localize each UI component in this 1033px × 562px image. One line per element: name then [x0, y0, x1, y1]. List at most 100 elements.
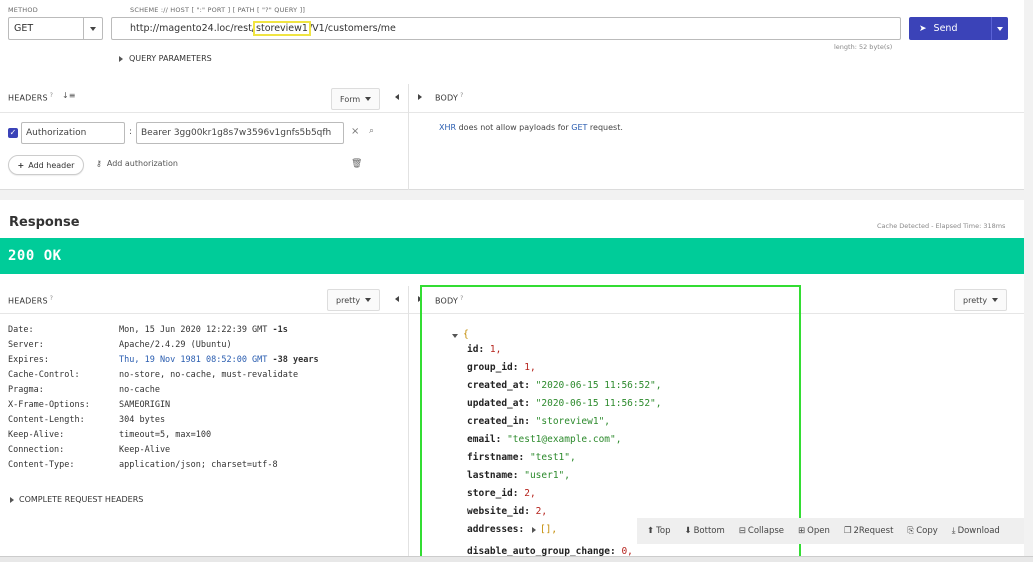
- cache-info: Cache Detected - Elapsed Time: 318ms: [877, 222, 1006, 230]
- query-parameters-toggle[interactable]: QUERY PARAMETERS: [119, 54, 212, 63]
- header-key: Date:: [8, 325, 34, 335]
- response-headers-rule: [0, 313, 408, 314]
- request-headers-heading: HEADERS?: [8, 92, 53, 103]
- chevron-right-icon: [119, 55, 123, 62]
- method-label: METHOD: [8, 6, 38, 14]
- header-value: SAMEORIGIN: [119, 400, 171, 410]
- xhr-link[interactable]: XHR: [439, 123, 456, 132]
- response-header-row: Connection: Keep-Alive: [8, 445, 170, 455]
- header-value: 304 bytes: [119, 415, 166, 425]
- request-divider: [408, 84, 409, 190]
- key-icon: ⚷: [96, 159, 102, 168]
- add-authorization-button[interactable]: ⚷ Add authorization: [96, 159, 178, 168]
- header-key: Content-Type:: [8, 460, 75, 470]
- copy-icon: ⎘: [907, 526, 915, 536]
- send-options-button[interactable]: [991, 17, 1008, 40]
- search-icon[interactable]: ⌕: [369, 126, 374, 136]
- response-header-row: Expires: Thu, 19 Nov 1981 08:52:00 GMT -3…: [8, 355, 319, 365]
- status-text: 200 OK: [8, 248, 62, 264]
- copy-label: Copy: [916, 526, 938, 536]
- body-toolbar: ⬆ Top ⬇ Bottom ⊟ Collapse ⊞ Open ❐ 2Request ⎘…: [637, 518, 1024, 544]
- pretty-label: pretty: [963, 295, 988, 305]
- trash-icon[interactable]: 🗑: [351, 159, 362, 169]
- url-prefix: http://magento24.loc/rest/: [130, 23, 256, 34]
- chevron-down-icon: [365, 97, 372, 101]
- header-value-text: Thu, 19 Nov 1981 08:52:00 GMT: [119, 355, 268, 365]
- sort-icon[interactable]: ↓≡: [62, 91, 75, 100]
- header-value: Mon, 15 Jun 2020 12:22:39 GMT -1s: [119, 325, 288, 335]
- request-headers-label: HEADERS: [8, 93, 48, 103]
- url-input[interactable]: http://magento24.loc/rest/storeview1/V1/…: [111, 17, 901, 40]
- collapse-left-icon[interactable]: [395, 296, 399, 302]
- method-value: GET: [14, 23, 34, 34]
- header-key: Expires:: [8, 355, 49, 365]
- header-key: Connection:: [8, 445, 65, 455]
- pretty-label: pretty: [336, 295, 361, 305]
- close-icon[interactable]: ×: [351, 126, 359, 137]
- help-icon[interactable]: ?: [50, 295, 53, 302]
- headers-form-toggle[interactable]: Form: [331, 88, 381, 110]
- form-label: Form: [340, 94, 361, 104]
- header-value: no-cache: [119, 385, 160, 395]
- headers-pretty-toggle[interactable]: pretty: [327, 289, 381, 311]
- headers-rule: [0, 112, 408, 113]
- response-header-row: Keep-Alive: timeout=5, max=100: [8, 430, 211, 440]
- xhr-method-link[interactable]: GET: [571, 123, 587, 132]
- url-hint-label: SCHEME :// HOST [ ":" PORT ] [ PATH [ "?…: [130, 6, 306, 14]
- header-value: Thu, 19 Nov 1981 08:52:00 GMT -38 years: [119, 355, 319, 365]
- response-headers-label: HEADERS: [8, 296, 48, 306]
- url-text: http://magento24.loc/rest/storeview1/V1/…: [130, 21, 396, 36]
- chevron-down-icon: [90, 26, 96, 31]
- header-key: Keep-Alive:: [8, 430, 65, 440]
- response-header-row: Pragma: no-cache: [8, 385, 160, 395]
- response-title: Response: [9, 215, 80, 230]
- header-name-input[interactable]: Authorization: [21, 122, 125, 144]
- complete-request-headers-label: COMPLETE REQUEST HEADERS: [19, 495, 144, 504]
- response-headers-heading: HEADERS?: [8, 295, 53, 306]
- collapse-right-icon[interactable]: [418, 94, 422, 100]
- to-request-button[interactable]: ❐ 2Request: [844, 526, 894, 536]
- bottom-label: Bottom: [693, 526, 725, 536]
- chevron-down-icon: [365, 298, 372, 302]
- method-dropdown-arrow[interactable]: [83, 18, 102, 39]
- response-header-row: Server: Apache/2.4.29 (Ubuntu): [8, 340, 232, 350]
- query-parameters-label: QUERY PARAMETERS: [129, 54, 212, 63]
- request-body-label: BODY: [435, 93, 459, 103]
- help-icon[interactable]: ?: [50, 92, 53, 99]
- response-header-row: Cache-Control: no-store, no-cache, must-r…: [8, 370, 298, 380]
- help-icon[interactable]: ?: [460, 92, 463, 99]
- bottom-button[interactable]: ⬇ Bottom: [684, 526, 724, 536]
- body-rule: [409, 112, 1024, 113]
- download-button[interactable]: ⤓ Download: [952, 526, 1000, 536]
- header-key: Cache-Control:: [8, 370, 80, 380]
- send-button[interactable]: ➤ Send: [909, 17, 991, 40]
- collapse-button[interactable]: ⊟ Collapse: [739, 526, 784, 536]
- body-pretty-toggle[interactable]: pretty: [954, 289, 1008, 311]
- chevron-down-icon: [997, 26, 1003, 31]
- header-key: X-Frame-Options:: [8, 400, 90, 410]
- header-value-input[interactable]: Bearer 3gg00kr1g8s7w3596v1gnfs5b5qfh: [136, 122, 344, 144]
- open-button[interactable]: ⊞ Open: [798, 526, 830, 536]
- send-icon: ➤: [919, 23, 927, 34]
- top-button[interactable]: ⬆ Top: [647, 526, 670, 536]
- url-highlight-segment: storeview1: [253, 21, 311, 36]
- header-value: application/json; charset=utf-8: [119, 460, 278, 470]
- complete-request-headers-toggle[interactable]: COMPLETE REQUEST HEADERS: [10, 495, 143, 504]
- header-colon: :: [129, 127, 133, 137]
- header-value: no-store, no-cache, must-revalidate: [119, 370, 299, 380]
- plus-icon: ⊞: [798, 526, 806, 536]
- copy-button[interactable]: ⎘ Copy: [907, 526, 937, 536]
- add-header-button[interactable]: + Add header: [8, 155, 84, 175]
- collapse-left-icon[interactable]: [395, 94, 399, 100]
- xhr-note: XHR does not allow payloads for GET requ…: [439, 123, 623, 132]
- header-enabled-checkbox[interactable]: ✓: [8, 128, 18, 138]
- add-header-label: Add header: [28, 160, 75, 170]
- url-length-label: length: 52 byte(s): [834, 43, 893, 51]
- plus-icon: +: [17, 160, 25, 170]
- response-header-row: Date: Mon, 15 Jun 2020 12:22:39 GMT -1s: [8, 325, 288, 335]
- arrow-up-icon: ⬆: [647, 526, 655, 536]
- window-bottom-edge: [0, 556, 1033, 562]
- method-select[interactable]: GET: [8, 17, 103, 40]
- response-header-row: Content-Type: application/json; charset=u…: [8, 460, 278, 470]
- to-request-label: 2Request: [853, 526, 894, 536]
